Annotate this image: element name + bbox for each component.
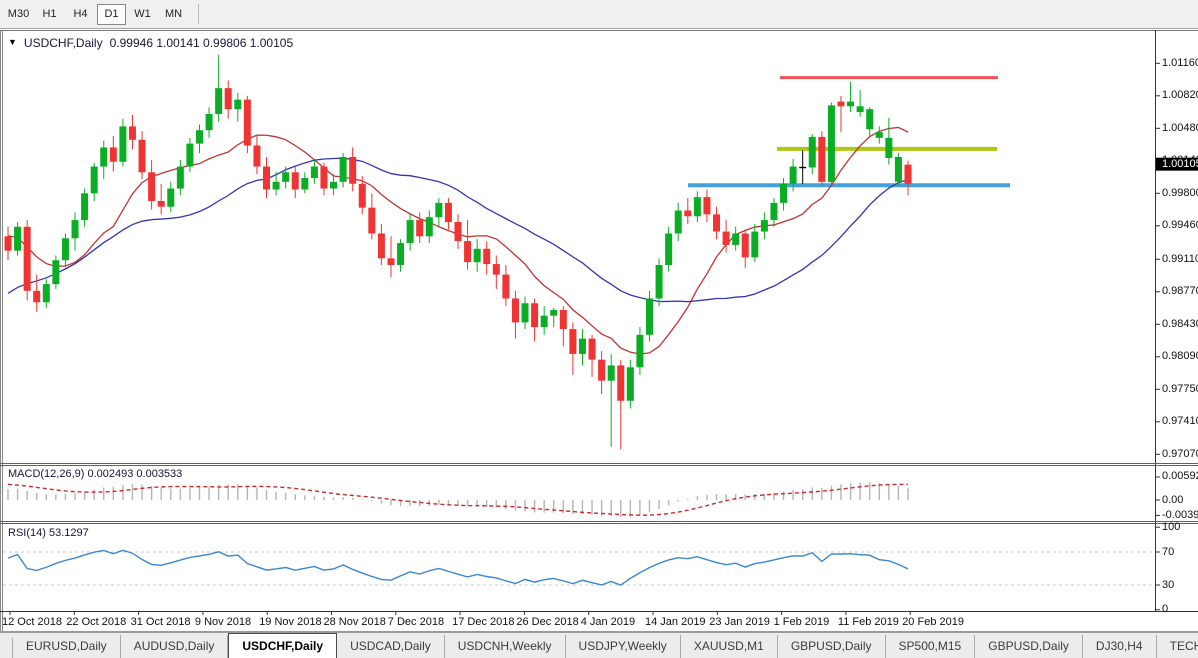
timeframe-buttons: M30 H1 H4 D1 W1 MN [4,3,190,25]
timeframe-button-d1[interactable]: D1 [97,3,126,25]
timeframe-button-w1[interactable]: W1 [128,4,157,25]
timeframe-button-m30[interactable]: M30 [4,4,33,25]
mt4-chart-window: { "toolbar": { "timeframes": ["M30","H1"… [0,0,1198,658]
chart-ohlc-values: 0.99946 1.00141 0.99806 1.00105 [109,36,294,50]
chart-tab-usdchf-daily[interactable]: USDCHF,Daily [228,633,338,658]
macd-indicator-label: MACD(12,26,9) 0.002493 0.003533 [8,468,183,480]
chart-tab-usdcnh-weekly[interactable]: USDCNH,Weekly [445,635,566,658]
chart-symbol-label: USDCHF,Daily [23,36,103,50]
timeframe-toolbar: M30 H1 H4 D1 W1 MN [0,0,1198,29]
chart-tab-dj30-h4[interactable]: DJ30,H4 [1083,635,1157,658]
rsi-indicator-label: RSI(14) 53.1297 [8,527,89,539]
chart-tabbar: EURUSD,Daily AUDUSD,Daily USDCHF,Daily USDC… [0,632,1198,658]
chart-tab-gbpusd-daily[interactable]: GBPUSD,Daily [778,635,886,658]
chart-tab-usdcad-daily[interactable]: USDCAD,Daily [337,635,445,658]
toolbar-separator [198,4,199,24]
chart-tab-gbpusd-daily[interactable]: GBPUSD,Daily [975,635,1083,658]
chart-title: ▼ USDCHF,Daily 0.99946 1.00141 0.99806 1… [8,36,293,50]
chart-tab-eurusd-daily[interactable]: EURUSD,Daily [13,635,121,658]
chart-canvas[interactable] [0,0,1198,658]
chart-tab-tech10[interactable]: TECH10 [1157,635,1198,658]
chart-tabs: EURUSD,Daily AUDUSD,Daily USDCHF,Daily USDC… [13,633,1198,658]
timeframe-button-h4[interactable]: H4 [66,4,95,25]
chart-tab-xauusd-m1[interactable]: XAUUSD,M1 [681,635,778,658]
chart-tab-audusd-daily[interactable]: AUDUSD,Daily [121,635,229,658]
collapse-indicator-icon[interactable]: ▼ [8,36,17,50]
chart-tab-usdjpy-weekly[interactable]: USDJPY,Weekly [566,635,681,658]
chart-tab-sp500-m15[interactable]: SP500,M15 [886,635,976,658]
timeframe-button-mn[interactable]: MN [159,4,188,25]
timeframe-button-h1[interactable]: H1 [35,4,64,25]
